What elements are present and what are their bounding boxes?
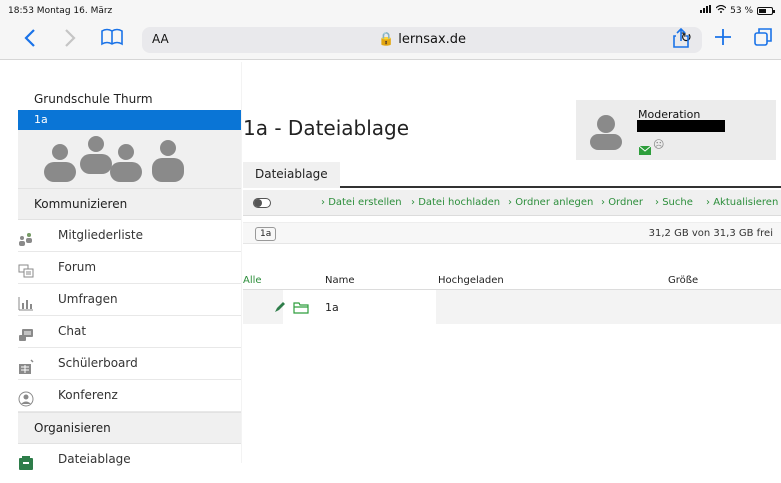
tabs-overview-icon[interactable] <box>752 28 774 52</box>
edit-pencil-icon[interactable] <box>273 299 287 318</box>
sidebar: Grundschule Thurm 1a Kommunizieren Mitgl… <box>0 62 241 470</box>
sidebar-item-chat[interactable]: Chat <box>18 316 241 348</box>
refresh-link[interactable]: › Aktualisieren <box>706 197 778 208</box>
breadcrumb[interactable]: 1a <box>255 227 277 241</box>
board-icon <box>18 356 34 374</box>
sidebar-item-schuelerboard[interactable]: Schülerboard <box>18 348 241 380</box>
files-icon <box>18 452 34 470</box>
menu-label: Mitgliederliste <box>58 228 144 242</box>
new-tab-icon[interactable] <box>712 28 734 52</box>
section-kommunizieren: Kommunizieren <box>18 188 241 220</box>
conference-icon <box>18 388 34 407</box>
folder-link[interactable]: › Ordner <box>601 197 643 208</box>
select-all-link[interactable]: Alle <box>243 275 262 286</box>
signal-icon <box>700 5 712 16</box>
create-file-link[interactable]: › Datei erstellen <box>321 197 402 208</box>
school-name: Grundschule Thurm <box>34 92 153 106</box>
row-name[interactable]: 1a <box>325 301 339 314</box>
create-folder-link[interactable]: › Ordner anlegen <box>508 197 593 208</box>
menu-label: Schülerboard <box>58 356 138 370</box>
table-header: Alle Name Hochgeladen Größe <box>243 272 781 290</box>
forum-icon <box>18 260 34 278</box>
section-organisieren: Organisieren <box>18 412 241 444</box>
wifi-icon <box>715 4 727 16</box>
group-members-avatar <box>18 130 241 188</box>
tab-bar: Dateiablage <box>243 162 781 188</box>
page-title: 1a - Dateiablage <box>243 116 410 140</box>
menu-label: Umfragen <box>58 292 118 306</box>
members-icon <box>18 228 34 246</box>
avatar <box>586 110 626 154</box>
menu-label: Dateiablage <box>58 452 131 466</box>
bookmarks-icon[interactable] <box>98 28 126 52</box>
col-name[interactable]: Name <box>325 275 355 286</box>
poll-icon <box>18 292 34 311</box>
sidebar-item-mitgliederliste[interactable]: Mitgliederliste <box>18 220 241 252</box>
menu-label: Konferenz <box>58 388 118 402</box>
view-toggle[interactable] <box>253 198 271 208</box>
battery-icon <box>757 6 775 15</box>
tab-dateiablage[interactable]: Dateiablage <box>243 162 340 188</box>
sidebar-item-forum[interactable]: Forum <box>18 252 241 284</box>
file-toolbar: › Datei erstellen › Datei hochladen › Or… <box>243 190 781 216</box>
sidebar-item-dateiablage[interactable]: Dateiablage <box>18 444 241 476</box>
col-size[interactable]: Größe <box>668 275 698 286</box>
table-row[interactable]: 1a <box>243 290 781 324</box>
chat-icon <box>18 324 34 341</box>
moderation-box: Moderation ☹ <box>576 100 776 160</box>
url-host: 🔒 lernsax.de <box>377 32 467 47</box>
upload-file-link[interactable]: › Datei hochladen <box>411 197 500 208</box>
storage-free: 31,2 GB von 31,3 GB frei <box>648 228 773 239</box>
address-bar[interactable]: AA 🔒 lernsax.de ↻ <box>142 27 702 53</box>
col-uploaded[interactable]: Hochgeladen <box>438 275 504 286</box>
status-indicators: 53 % <box>700 4 775 16</box>
status-time: 18:53 Montag 16. März <box>8 6 113 16</box>
sidebar-divider <box>241 62 242 463</box>
sidebar-item-konferenz[interactable]: Konferenz <box>18 380 241 412</box>
back-icon[interactable] <box>20 28 40 52</box>
sidebar-group-1a[interactable]: 1a <box>18 110 241 130</box>
lock-icon: 🔒 <box>377 32 395 47</box>
mail-icon[interactable] <box>638 140 652 159</box>
menu-label: Forum <box>58 260 97 274</box>
sidebar-item-umfragen[interactable]: Umfragen <box>18 284 241 316</box>
share-icon[interactable] <box>670 27 692 52</box>
battery-percent: 53 % <box>730 5 753 16</box>
search-link[interactable]: › Suche <box>655 197 693 208</box>
forward-icon[interactable] <box>60 28 80 52</box>
folder-icon <box>293 299 309 318</box>
menu-label: Chat <box>58 324 87 338</box>
redacted-name <box>637 120 725 132</box>
browser-toolbar: AA 🔒 lernsax.de ↻ <box>0 20 781 60</box>
path-row: 1a 31,2 GB von 31,3 GB frei <box>243 222 781 244</box>
status-bar: 18:53 Montag 16. März 53 % <box>0 0 781 20</box>
status-smiley-icon: ☹ <box>653 138 665 151</box>
